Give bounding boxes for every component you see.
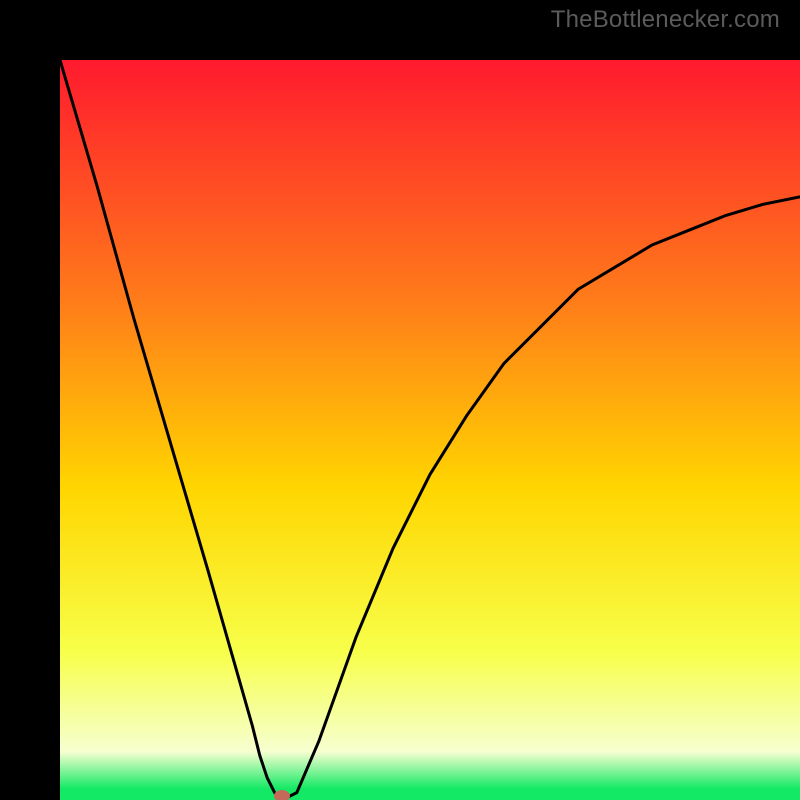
watermark-text: TheBottlenecker.com — [551, 6, 780, 34]
chart-background — [60, 60, 800, 800]
chart-plot-area — [60, 60, 800, 800]
chart-svg — [60, 60, 800, 800]
chart-frame — [0, 0, 800, 800]
